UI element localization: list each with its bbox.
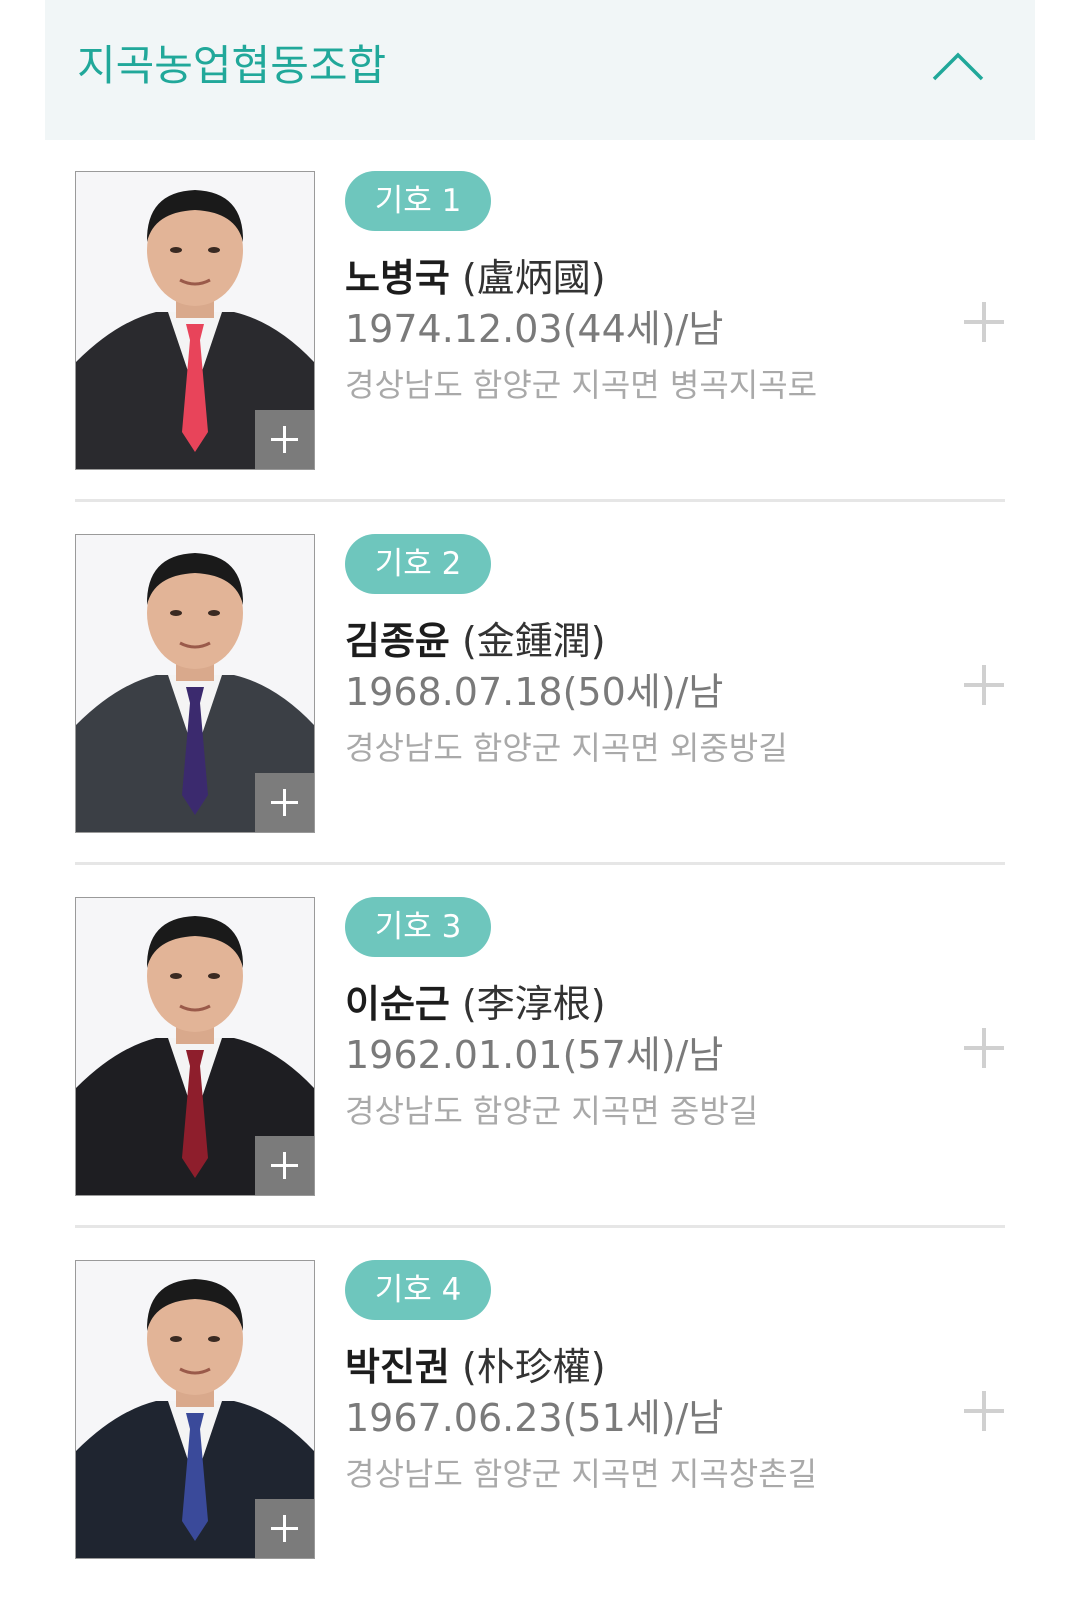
- candidate-name-line: 노병국 (盧炳國): [345, 252, 606, 304]
- candidate-birth-info: 1962.01.01(57세)/남: [345, 1033, 724, 1077]
- candidate-birth-info: 1968.07.18(50세)/남: [345, 670, 724, 714]
- candidate-number-badge: 기호 4: [345, 1260, 491, 1320]
- expand-plus-icon[interactable]: [962, 1026, 1006, 1070]
- candidate-name-hanja: (盧炳國): [461, 256, 606, 300]
- candidate-birth-info: 1967.06.23(51세)/남: [345, 1396, 724, 1440]
- candidate-birth-info: 1974.12.03(44세)/남: [345, 307, 724, 351]
- candidate-card[interactable]: 기호 3 이순근 (李淳根) 1962.01.01(57세)/남 경상남도 함양…: [75, 896, 1006, 1228]
- candidate-name: 박진권: [345, 1345, 450, 1389]
- candidate-number-badge: 기호 3: [345, 897, 491, 957]
- section-header[interactable]: 지곡농업협동조합: [45, 0, 1035, 140]
- candidate-card[interactable]: 기호 1 노병국 (盧炳國) 1974.12.03(44세)/남 경상남도 함양…: [75, 170, 1006, 502]
- candidate-address: 경상남도 함양군 지곡면 지곡창촌길: [345, 1455, 818, 1493]
- candidate-name-hanja: (金鍾潤): [461, 619, 606, 663]
- candidate-address: 경상남도 함양군 지곡면 병곡지곡로: [345, 366, 818, 404]
- candidate-name: 이순근: [345, 982, 450, 1026]
- candidate-name-line: 박진권 (朴珍權): [345, 1341, 606, 1393]
- candidate-photo: [75, 897, 315, 1196]
- candidate-number-badge: 기호 1: [345, 171, 491, 231]
- candidate-name: 김종윤: [345, 619, 450, 663]
- candidate-name-line: 김종윤 (金鍾潤): [345, 615, 606, 667]
- chevron-up-icon[interactable]: [931, 46, 985, 86]
- photo-zoom-plus-icon[interactable]: [255, 410, 314, 469]
- candidate-photo: [75, 171, 315, 470]
- candidate-list: 기호 1 노병국 (盧炳國) 1974.12.03(44세)/남 경상남도 함양…: [75, 170, 1005, 1622]
- candidate-name-line: 이순근 (李淳根): [345, 978, 606, 1030]
- candidate-name: 노병국: [345, 256, 450, 300]
- candidate-photo: [75, 534, 315, 833]
- candidate-number-badge: 기호 2: [345, 534, 491, 594]
- photo-zoom-plus-icon[interactable]: [255, 773, 314, 832]
- expand-plus-icon[interactable]: [962, 663, 1006, 707]
- candidate-photo: [75, 1260, 315, 1559]
- candidate-card[interactable]: 기호 4 박진권 (朴珍權) 1967.06.23(51세)/남 경상남도 함양…: [75, 1259, 1005, 1559]
- photo-zoom-plus-icon[interactable]: [255, 1499, 314, 1558]
- candidate-name-hanja: (李淳根): [461, 982, 606, 1026]
- candidate-card[interactable]: 기호 2 김종윤 (金鍾潤) 1968.07.18(50세)/남 경상남도 함양…: [75, 533, 1006, 865]
- photo-zoom-plus-icon[interactable]: [255, 1136, 314, 1195]
- candidate-address: 경상남도 함양군 지곡면 외중방길: [345, 729, 788, 767]
- expand-plus-icon[interactable]: [962, 1389, 1006, 1433]
- candidate-name-hanja: (朴珍權): [461, 1345, 606, 1389]
- expand-plus-icon[interactable]: [962, 300, 1006, 344]
- candidate-address: 경상남도 함양군 지곡면 중방길: [345, 1092, 759, 1130]
- section-title: 지곡농업협동조합: [77, 41, 387, 90]
